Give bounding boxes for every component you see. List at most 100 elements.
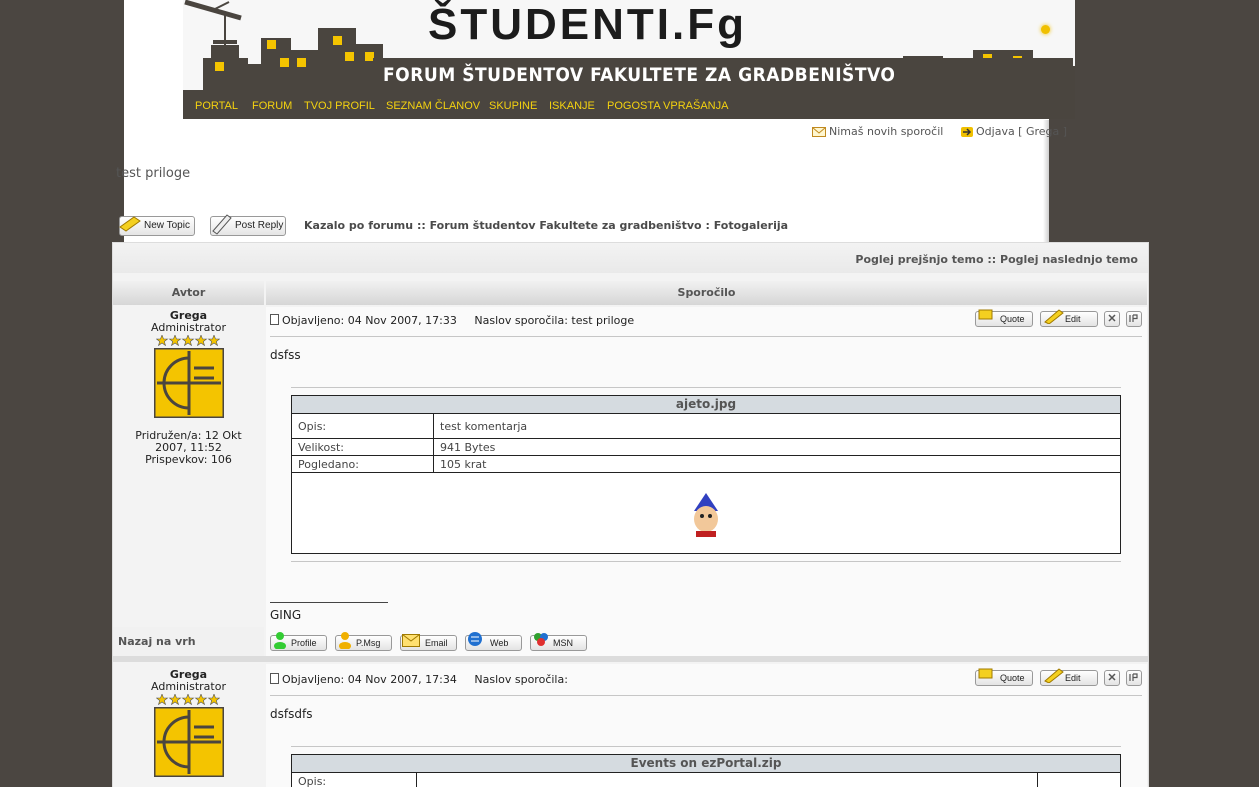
edit-icon	[1044, 309, 1064, 324]
quote-label: Quote	[1000, 673, 1025, 683]
post-1-date: Objavljeno: 04 Nov 2007, 17:33	[282, 314, 457, 327]
post-2-body: dsfsdfs	[270, 707, 313, 721]
edit-label: Edit	[1065, 673, 1081, 683]
email-icon	[402, 634, 420, 647]
msn-icon	[534, 633, 548, 646]
pm-label: P.Msg	[356, 638, 381, 648]
quote-icon	[978, 309, 993, 320]
close-icon	[1108, 314, 1116, 322]
breadcrumb-subforum[interactable]: Fotogalerija	[714, 219, 788, 232]
quote-label: Quote	[1000, 314, 1025, 324]
edit-button[interactable]: Edit	[1040, 668, 1098, 686]
breadcrumb: Kazalo po forumu :: Forum študentov Faku…	[304, 219, 788, 232]
delete-button[interactable]	[1104, 311, 1120, 327]
new-topic-button[interactable]: New Topic	[119, 216, 195, 236]
desc-value: test komentarja	[440, 420, 528, 433]
web-label: Web	[490, 638, 509, 648]
post-2-author-rank: Administrator	[151, 680, 226, 693]
nav-search[interactable]: ISKANJE	[549, 100, 595, 112]
email-button[interactable]: Email	[400, 634, 457, 651]
rank-stars-icon	[156, 335, 220, 346]
pm-status[interactable]: Nimaš novih sporočil	[812, 125, 943, 138]
topic-nav: Poglej prejšnjo temo :: Poglej naslednjo…	[855, 253, 1138, 266]
attachment-size-row: Velikost: 941 Bytes	[292, 439, 1120, 456]
logout-link[interactable]: Odjava [ Grega ]	[961, 125, 1067, 138]
forum-banner[interactable]: ŠTUDENTI.Fg FORUM ŠTUDENTOV FAKULTETE ZA…	[183, 0, 1075, 90]
ip-icon	[1129, 673, 1138, 681]
attachment-box: Events on ezPortal.zip Opis:	[291, 754, 1121, 787]
nav-portal[interactable]: PORTAL	[195, 100, 238, 112]
nav-forum[interactable]: FORUM	[252, 100, 292, 112]
prev-topic-link[interactable]: Poglej prejšnjo temo	[855, 253, 983, 266]
quote-button[interactable]: Quote	[975, 309, 1033, 327]
sun-icon	[1041, 25, 1050, 34]
desc-label: Opis:	[298, 775, 327, 787]
attachment-filename[interactable]: ajeto.jpg	[292, 396, 1120, 414]
profile-button[interactable]: Profile	[270, 632, 327, 651]
breadcrumb-forum[interactable]: Forum študentov Fakultete za gradbeništv…	[430, 219, 702, 232]
arrow-right-icon	[961, 127, 973, 137]
site-logo: ŠTUDENTI.Fg	[428, 0, 747, 49]
back-to-top-link[interactable]: Nazaj na vrh	[118, 635, 196, 648]
post-1-header: Objavljeno: 04 Nov 2007, 17:33 Naslov sp…	[270, 314, 634, 327]
msn-button[interactable]: MSN	[530, 633, 587, 651]
post-1-author-info: Pridružen/a: 12 Okt 2007, 11:52 Prispevk…	[121, 430, 256, 466]
crane-icon	[184, 0, 242, 45]
main-nav: PORTAL FORUM TVOJ PROFIL SEZNAM ČLANOV S…	[183, 90, 1075, 119]
post-1-subject: Naslov sporočila: test priloge	[474, 314, 635, 327]
attachment-box: ajeto.jpg Opis: test komentarja Velikost…	[291, 395, 1121, 554]
ip-button[interactable]	[1126, 311, 1142, 327]
ip-button[interactable]	[1126, 670, 1142, 686]
pencil-icon	[212, 214, 232, 235]
breadcrumb-index[interactable]: Kazalo po forumu	[304, 219, 413, 232]
post-divider	[113, 656, 1148, 662]
desc-label: Opis:	[298, 420, 327, 433]
attachment-desc-row: Opis:	[292, 773, 1120, 787]
attachment-top-line	[291, 387, 1121, 388]
edit-button[interactable]: Edit	[1040, 309, 1098, 327]
delete-button[interactable]	[1104, 670, 1120, 686]
web-button[interactable]: Web	[465, 632, 522, 651]
new-topic-icon	[119, 216, 141, 232]
attachment-desc-row: Opis: test komentarja	[292, 414, 1120, 439]
pm-status-text: Nimaš novih sporočil	[829, 125, 944, 138]
pm-button[interactable]: P.Msg	[335, 632, 392, 651]
ip-icon	[1129, 314, 1138, 322]
breadcrumb-colon: :	[705, 219, 710, 232]
envelope-icon	[812, 127, 826, 137]
rank-stars-icon	[156, 694, 220, 705]
topic-title[interactable]: test priloge	[116, 166, 190, 181]
nav-members[interactable]: SEZNAM ČLANOV	[386, 100, 480, 112]
post-2-separator	[270, 695, 1142, 696]
topic-table: Poglej prejšnjo temo :: Poglej naslednjo…	[112, 242, 1149, 787]
nav-groups[interactable]: SKUPINE	[489, 100, 537, 112]
post-2-subject: Naslov sporočila:	[474, 673, 568, 686]
banner-subtitle: FORUM ŠTUDENTOV FAKULTETE ZA GRADBENIŠTV…	[383, 64, 896, 86]
nav-faq[interactable]: POGOSTA VPRAŠANJA	[607, 100, 728, 112]
size-value: 941 Bytes	[440, 441, 496, 454]
pm-icon	[339, 632, 351, 649]
attachment-views-row: Pogledano: 105 krat	[292, 456, 1120, 473]
new-topic-label: New Topic	[144, 220, 190, 231]
user-icon	[274, 632, 286, 649]
post-icon	[270, 314, 279, 325]
author-column-header: Avtor	[113, 281, 264, 305]
msn-label: MSN	[553, 638, 573, 648]
attachment-image-icon[interactable]	[682, 489, 730, 537]
post-count: Prispevkov: 106	[145, 453, 232, 466]
attachment-filename[interactable]: Events on ezPortal.zip	[292, 755, 1120, 773]
next-topic-link[interactable]: Poglej naslednjo temo	[1000, 253, 1138, 266]
views-label: Pogledano:	[298, 458, 359, 471]
message-column-header: Sporočilo	[266, 281, 1147, 305]
avatar-icon	[154, 707, 224, 777]
post-1-signature: GING	[270, 608, 302, 622]
attachment-bottom-line	[291, 561, 1121, 562]
breadcrumb-sep: ::	[416, 219, 426, 232]
post-reply-button[interactable]: Post Reply	[210, 214, 286, 236]
signature-line	[270, 602, 388, 603]
quote-button[interactable]: Quote	[975, 668, 1033, 686]
avatar-icon	[154, 348, 224, 418]
views-value: 105 krat	[440, 458, 487, 471]
nav-profile[interactable]: TVOJ PROFIL	[304, 100, 375, 112]
post-reply-label: Post Reply	[235, 220, 284, 231]
